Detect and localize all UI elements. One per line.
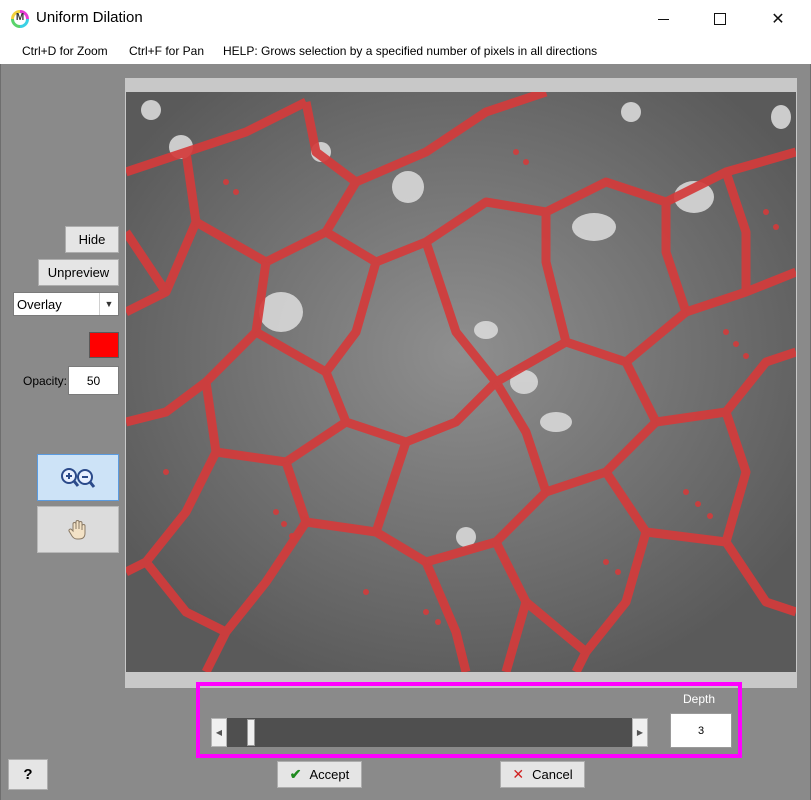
cancel-x-icon: ✕ bbox=[512, 766, 525, 782]
maximize-button[interactable] bbox=[697, 0, 743, 38]
help-text: HELP: Grows selection by a specified num… bbox=[223, 44, 598, 58]
overlay-color-swatch[interactable] bbox=[89, 332, 119, 358]
unpreview-button[interactable]: Unpreview bbox=[38, 259, 119, 286]
zoom-in-out-icon bbox=[61, 467, 96, 488]
cancel-label: Cancel bbox=[532, 767, 573, 782]
minimize-button[interactable] bbox=[640, 0, 686, 38]
micrograph-preview-image bbox=[126, 92, 796, 672]
checkmark-icon: ✔ bbox=[289, 766, 302, 782]
pan-hint: Ctrl+F for Pan bbox=[129, 44, 205, 58]
hint-bar: Ctrl+D for Zoom Ctrl+F for Pan HELP: Gro… bbox=[0, 38, 811, 64]
opacity-label: Opacity: bbox=[23, 374, 68, 388]
image-preview[interactable] bbox=[125, 78, 797, 688]
zoom-tool-button[interactable] bbox=[37, 454, 119, 501]
close-button[interactable]: ✕ bbox=[755, 0, 801, 38]
depth-label: Depth bbox=[683, 692, 716, 706]
chevron-down-icon: ▼ bbox=[99, 293, 118, 315]
close-icon: ✕ bbox=[771, 11, 785, 28]
help-button[interactable]: ? bbox=[8, 759, 48, 790]
overlay-mode-select[interactable]: Overlay ▼ bbox=[13, 292, 119, 316]
cancel-button[interactable]: ✕ Cancel bbox=[500, 761, 585, 788]
accept-label: Accept bbox=[309, 767, 350, 782]
hide-button[interactable]: Hide bbox=[65, 226, 119, 253]
accept-button[interactable]: ✔ Accept bbox=[277, 761, 362, 788]
slider-right-arrow-icon[interactable]: ▶ bbox=[632, 718, 648, 747]
title-bar: M Uniform Dilation ✕ bbox=[0, 0, 811, 38]
pan-tool-button[interactable] bbox=[37, 506, 119, 553]
slider-thumb[interactable] bbox=[246, 719, 255, 746]
minimize-icon bbox=[657, 18, 669, 20]
overlay-mode-value: Overlay bbox=[17, 297, 62, 312]
hand-pan-icon bbox=[68, 519, 86, 539]
depth-slider[interactable]: ◀ ▶ bbox=[211, 718, 648, 747]
app-logo-icon: M bbox=[11, 10, 29, 28]
slider-left-arrow-icon[interactable]: ◀ bbox=[211, 718, 227, 747]
maximize-icon bbox=[714, 13, 726, 25]
zoom-hint: Ctrl+D for Zoom bbox=[22, 44, 108, 58]
depth-input[interactable]: 3 bbox=[670, 713, 732, 748]
opacity-input[interactable]: 50 bbox=[68, 366, 119, 395]
window-title: Uniform Dilation bbox=[36, 9, 143, 26]
